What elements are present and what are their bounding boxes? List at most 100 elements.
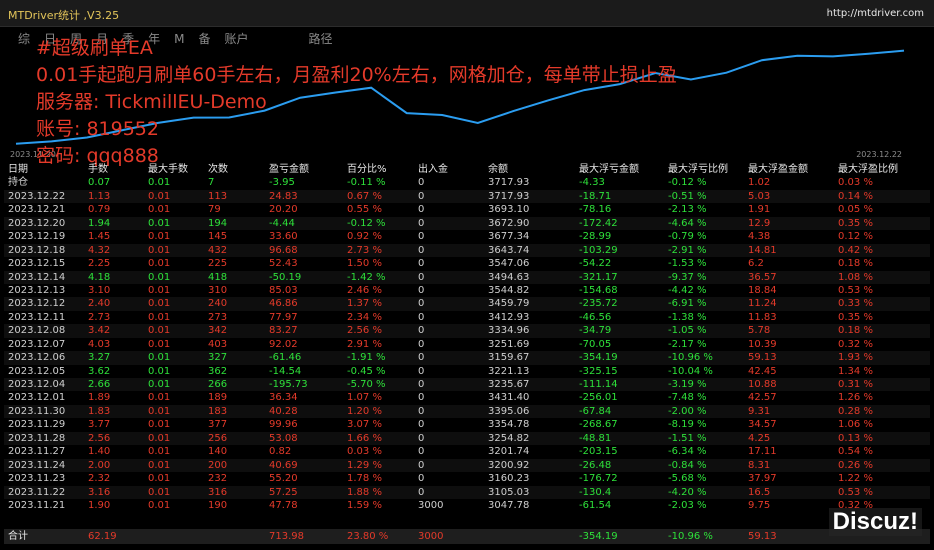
column-header[interactable]: 盈亏金额 (269, 163, 309, 176)
cell-count: 145 (208, 231, 228, 243)
menu-item[interactable]: 账户 (224, 32, 248, 46)
cell-io: 0 (418, 405, 425, 417)
cell-max-dd-pct: -3.19 % (668, 379, 707, 390)
table-row[interactable]: 2023.12.07 4.03 0.01 403 92.02 2.91 % 0 3251.69… (4, 338, 930, 351)
table-row[interactable]: 2023.12.15 2.25 0.01 225 52.43 1.50 % 0 3547.06… (4, 257, 930, 270)
column-header[interactable]: 最大浮盈比例 (838, 163, 898, 176)
cell-max-dd: -268.67 (579, 419, 618, 431)
column-header[interactable]: 最大手数 (148, 163, 188, 176)
column-header[interactable]: 最大浮亏比例 (668, 163, 728, 176)
column-header[interactable]: 手数 (88, 163, 108, 176)
table-row[interactable]: 2023.12.19 1.45 0.01 145 33.60 0.92 % 0 3677.34… (4, 230, 930, 243)
cell-io: 0 (418, 365, 425, 377)
menu-item[interactable]: 周 (70, 32, 82, 46)
menu-item[interactable]: 季 (122, 32, 134, 46)
table-row[interactable]: 2023.11.23 2.32 0.01 232 55.20 1.78 % 0 3160.23… (4, 472, 930, 485)
cell-pnl: 85.03 (269, 284, 298, 296)
column-header[interactable]: 最大浮亏金额 (579, 163, 639, 176)
cell-io: 0 (418, 325, 425, 337)
column-header[interactable]: 百分比% (347, 163, 387, 176)
table-row[interactable]: 2023.12.18 4.32 0.01 432 96.68 2.73 % 0 3643.74… (4, 243, 930, 258)
menu-item[interactable]: 备 (198, 32, 210, 46)
cell-max-fp-pct: 0.42 % (838, 244, 873, 256)
cell-io: 0 (418, 258, 425, 270)
cell-io: 0 (418, 352, 425, 364)
cell-balance: 3717.93 (488, 177, 530, 189)
column-header[interactable]: 出入金 (418, 163, 448, 176)
cell-date: 2023.11.29 (8, 419, 66, 431)
table-row[interactable]: 2023.12.20 1.94 0.01 194 -4.44 -0.12 % 0 3672.9… (4, 216, 930, 231)
table-row[interactable]: 2023.12.06 3.27 0.01 327 -61.46 -1.91 % 0 3159.… (4, 351, 930, 365)
cell-pct: 1.50 % (347, 258, 382, 270)
table-row[interactable]: 2023.12.08 3.42 0.01 342 83.27 2.56 % 0 3334.96… (4, 324, 930, 338)
cell-max-lots: 0.01 (148, 446, 171, 458)
column-header[interactable]: 次数 (208, 163, 228, 176)
total-pct: 23.80 % (347, 531, 389, 542)
table-row[interactable]: 2023.11.27 1.40 0.01 140 0.82 0.03 % 0 3201.74 -… (4, 445, 930, 458)
table-row[interactable]: 2023.12.11 2.73 0.01 273 77.97 2.34 % 0 3412.93… (4, 311, 930, 324)
cell-count: 432 (208, 244, 228, 256)
cell-max-dd-pct: -2.03 % (668, 499, 707, 511)
cell-date: 2023.12.07 (8, 338, 66, 350)
cell-pct: 1.66 % (347, 432, 382, 444)
menu-item[interactable]: M (174, 32, 184, 46)
cell-io: 0 (418, 298, 425, 310)
cell-io: 0 (418, 244, 425, 256)
cell-balance: 3643.74 (488, 244, 530, 256)
column-header[interactable]: 日期 (8, 163, 28, 176)
cell-date: 2023.12.11 (8, 311, 66, 323)
cell-date: 2023.12.20 (8, 217, 66, 229)
table-row[interactable]: 2023.12.21 0.79 0.01 79 20.20 0.55 % 0 3693.10 -… (4, 203, 930, 216)
column-header[interactable]: 最大浮盈金额 (748, 163, 808, 176)
cell-count: 140 (208, 446, 228, 458)
total-max-fp: 59.13 (748, 531, 777, 542)
cell-io: 0 (418, 231, 425, 243)
column-header[interactable]: 余额 (488, 163, 508, 176)
cell-max-fp: 1.02 (748, 177, 771, 189)
discuz-watermark: Discuz! (828, 508, 922, 536)
cell-max-fp: 59.13 (748, 352, 777, 364)
cell-max-lots: 0.01 (148, 190, 171, 202)
menu-item[interactable]: 综 (18, 32, 30, 46)
menu-item[interactable]: 月 (96, 32, 108, 46)
menu-item[interactable]: 日 (44, 32, 56, 46)
table-row[interactable]: 持仓 0.07 0.01 7 -3.95 -0.11 % 0 3717.93 -4.33 -0.1… (4, 176, 930, 189)
cell-count: 232 (208, 473, 228, 485)
website-link[interactable]: http://mtdriver.com (827, 8, 924, 19)
cell-balance: 3334.96 (488, 325, 530, 337)
cell-max-fp: 36.57 (748, 271, 777, 283)
table-row[interactable]: 2023.12.14 4.18 0.01 418 -50.19 -1.42 % 0 3494.… (4, 270, 930, 284)
cell-max-lots: 0.01 (148, 338, 171, 350)
cell-max-dd: -61.54 (579, 499, 612, 511)
cell-pnl: 83.27 (269, 325, 298, 337)
table-row[interactable]: 2023.11.21 1.90 0.01 190 47.78 1.59 % 3000 3047… (4, 499, 930, 512)
cell-lots: 3.42 (88, 325, 111, 337)
cell-max-fp-pct: 1.93 % (838, 352, 873, 364)
table-row[interactable]: 2023.11.22 3.16 0.01 316 57.25 1.88 % 0 3105.03… (4, 485, 930, 499)
cell-max-dd-pct: -4.64 % (668, 217, 707, 229)
cell-max-fp-pct: 1.26 % (838, 392, 873, 404)
table-row[interactable]: 2023.11.30 1.83 0.01 183 40.28 1.20 % 0 3395.06… (4, 404, 930, 419)
cell-lots: 2.66 (88, 379, 111, 390)
cell-max-fp: 5.03 (748, 190, 771, 202)
table-row[interactable]: 2023.12.04 2.66 0.01 266 -195.73 -5.70 % 0 3235… (4, 378, 930, 392)
cell-pct: 2.56 % (347, 325, 382, 337)
cell-pnl: 57.25 (269, 486, 298, 498)
table-row[interactable]: 2023.12.12 2.40 0.01 240 46.86 1.37 % 0 3459.79… (4, 297, 930, 311)
table-row[interactable]: 2023.12.22 1.13 0.01 113 24.83 0.67 % 0 3717.93… (4, 189, 930, 204)
cell-max-lots: 0.01 (148, 177, 171, 189)
cell-lots: 1.13 (88, 190, 111, 202)
cell-pnl: 0.82 (269, 446, 292, 458)
cell-pnl: -3.95 (269, 177, 295, 189)
cell-max-dd-pct: -10.96 % (668, 352, 713, 364)
table-row[interactable]: 2023.11.24 2.00 0.01 200 40.69 1.29 % 0 3200.92… (4, 458, 930, 473)
table-row[interactable]: 2023.12.01 1.89 0.01 189 36.34 1.07 % 0 3431.40… (4, 391, 930, 404)
table-row[interactable]: 2023.11.29 3.77 0.01 377 99.96 3.07 % 0 3354.78… (4, 418, 930, 431)
menu-item[interactable]: 路径 (308, 32, 332, 46)
table-row[interactable]: 2023.12.05 3.62 0.01 362 -14.54 -0.45 % 0 3221.… (4, 365, 930, 378)
cell-max-fp: 4.25 (748, 432, 771, 444)
table-row[interactable]: 2023.11.28 2.56 0.01 256 53.08 1.66 % 0 3254.82… (4, 431, 930, 446)
table-row[interactable]: 2023.12.13 3.10 0.01 310 85.03 2.46 % 0 3544.82… (4, 284, 930, 297)
cell-max-fp: 42.57 (748, 392, 777, 404)
menu-item[interactable]: 年 (148, 32, 160, 46)
